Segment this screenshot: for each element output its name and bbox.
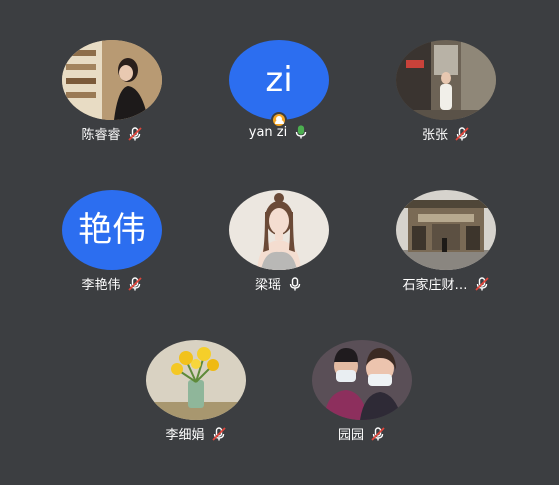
participant-tile[interactable]: 艳伟 李艳伟 [37,190,187,310]
avatar [146,340,246,420]
participant-name: 李细娟 [165,428,205,443]
participant-name: 石家庄财… [402,278,468,293]
mic-muted-icon[interactable] [211,426,227,442]
mic-active-icon[interactable] [293,124,309,140]
mic-muted-icon[interactable] [474,276,490,292]
participant-tile[interactable]: 园园 [287,340,437,460]
mic-muted-icon[interactable] [127,126,143,142]
participant-tile[interactable]: 梁瑶 [204,190,354,310]
participant-name: yan zi [248,124,288,140]
participant-name: 陈睿睿 [81,128,121,143]
participant-name: 梁瑶 [254,278,281,293]
mic-on-icon[interactable] [287,276,303,292]
avatar [312,340,412,420]
participant-name: 李艳伟 [81,278,121,293]
mic-muted-icon[interactable] [454,126,470,142]
participant-tile[interactable]: 陈睿睿 [37,40,187,160]
participant-grid: 陈睿睿 zi yan zi 张张 艳伟 李艳伟 梁瑶 石家庄财… 李细娟 园园 [0,0,559,485]
participant-tile[interactable]: zi yan zi [204,40,354,160]
participant-tile[interactable]: 石家庄财… [371,190,521,310]
avatar [229,190,329,270]
avatar: zi [229,40,329,120]
participant-name: 张张 [421,128,448,143]
avatar-initials: zi [265,60,293,100]
mic-muted-icon[interactable] [370,426,386,442]
participant-name: 园园 [337,428,364,443]
avatar [396,40,496,120]
avatar-initials: 艳伟 [78,210,146,250]
participant-tile[interactable]: 李细娟 [121,340,271,460]
avatar [62,40,162,120]
mic-muted-icon[interactable] [127,276,143,292]
participant-tile[interactable]: 张张 [371,40,521,160]
avatar [396,190,496,270]
avatar: 艳伟 [62,190,162,270]
